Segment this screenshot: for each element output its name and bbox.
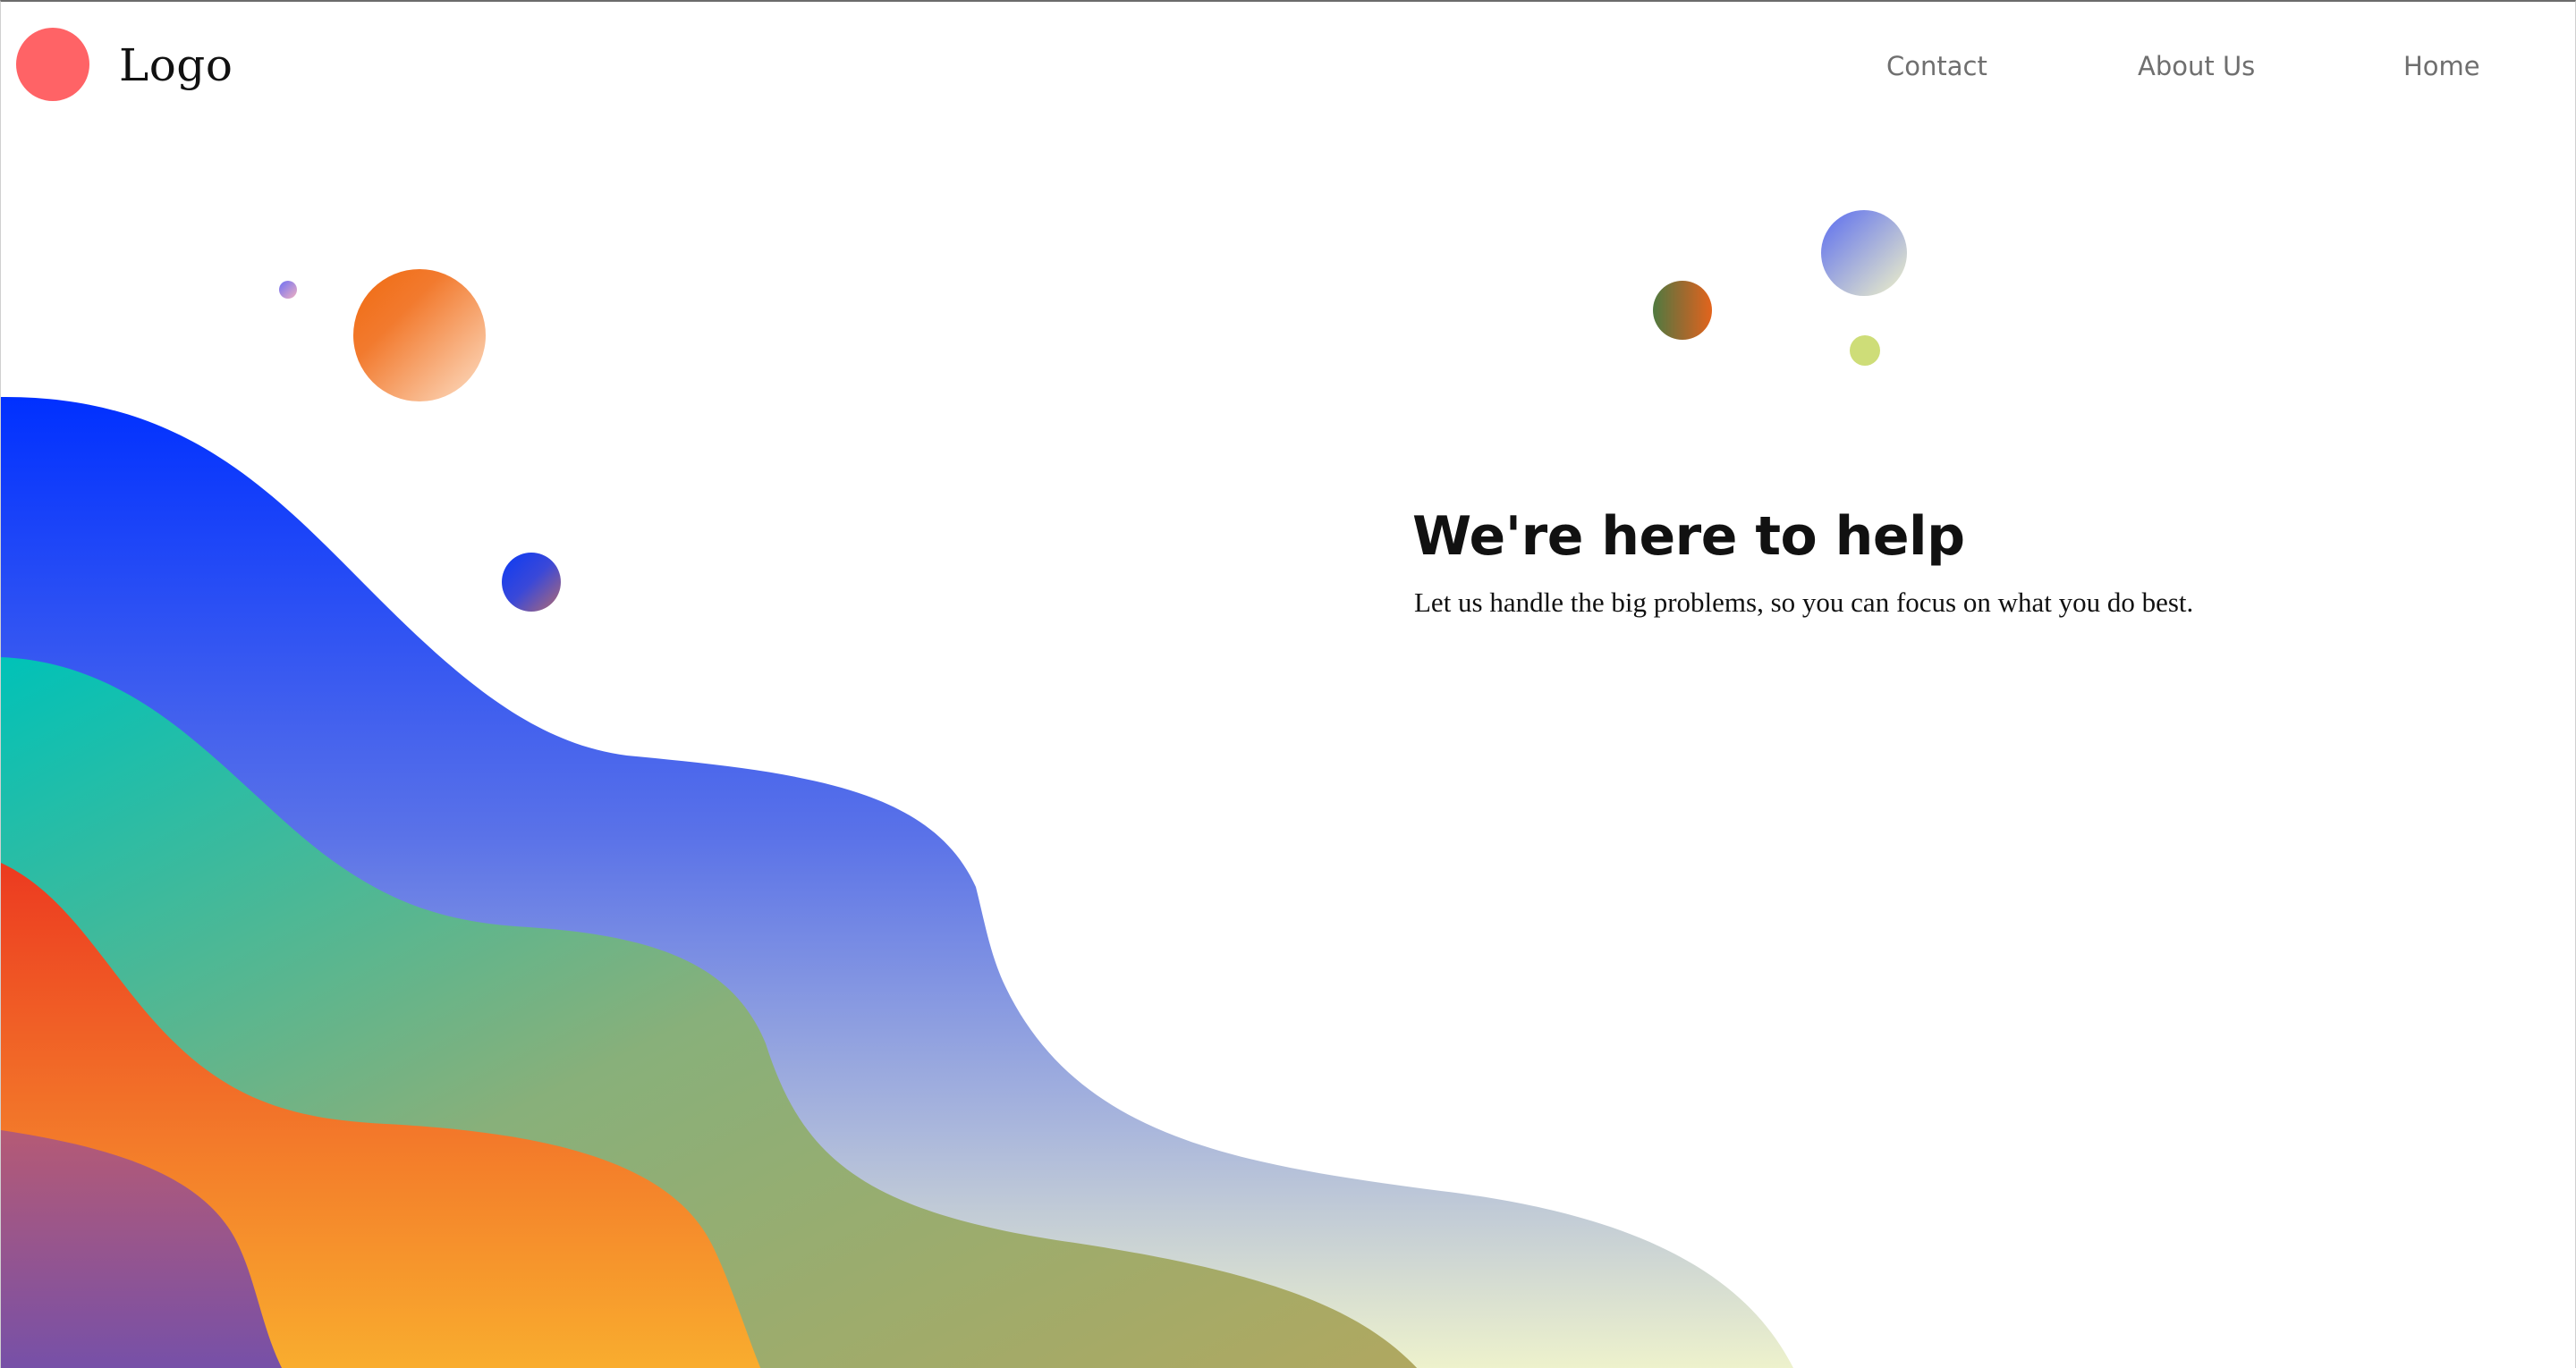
bubble-lime bbox=[1850, 335, 1880, 366]
page-frame: Logo Contact About Us Home We're here to… bbox=[0, 0, 2576, 1368]
nav-link-contact[interactable]: Contact bbox=[1886, 48, 1987, 84]
decorative-background bbox=[1, 210, 1907, 1368]
logo-text[interactable]: Logo bbox=[119, 34, 233, 97]
bubble-large-orange bbox=[353, 269, 486, 401]
logo-mark[interactable] bbox=[16, 28, 89, 101]
hero-subtitle: Let us handle the big problems, so you c… bbox=[1414, 587, 2194, 618]
bubble-olive-orange bbox=[1653, 281, 1712, 340]
hero-title: We're here to help bbox=[1412, 505, 1965, 568]
bubble-periwinkle bbox=[1821, 210, 1907, 296]
nav-link-about-us[interactable]: About Us bbox=[2138, 48, 2255, 84]
bubble-blue bbox=[502, 553, 561, 612]
nav-link-home[interactable]: Home bbox=[2403, 48, 2480, 84]
bubble-small-purple bbox=[279, 281, 297, 299]
